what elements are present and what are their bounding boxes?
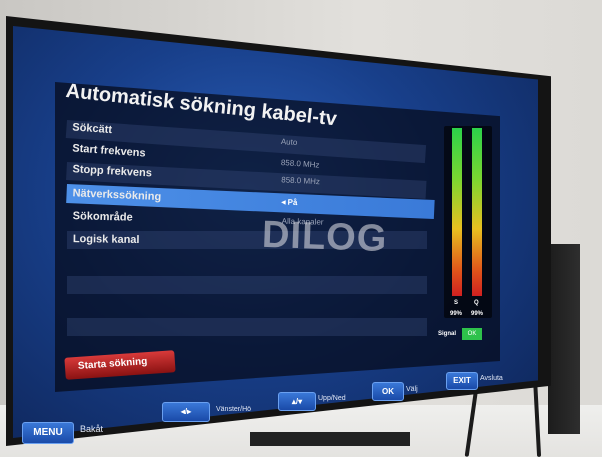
- signal-strength-meter: [452, 128, 462, 296]
- row-label: Stopp frekvens: [72, 163, 153, 180]
- up-down-key-label: Upp/Ned: [318, 395, 346, 402]
- signal-quality-meter: [472, 128, 482, 296]
- row-label: Start frekvens: [71, 142, 146, 160]
- up-down-key-button[interactable]: ▴/▾: [278, 392, 316, 411]
- row-label: Logisk kanal: [72, 233, 140, 247]
- ok-key-label: Välj: [406, 386, 418, 393]
- exit-key-label: Avsluta: [480, 375, 503, 382]
- row-stripe: [67, 276, 427, 294]
- watermark-logo: DILOG: [261, 213, 389, 261]
- row-value: ◂ På: [281, 197, 298, 208]
- meter-value-s: 99%: [450, 311, 463, 317]
- tv-stand: [250, 432, 410, 446]
- meter-value-q: 99%: [471, 311, 484, 317]
- row-label: Sökområde: [72, 210, 133, 224]
- exit-key-button[interactable]: EXIT: [446, 372, 478, 390]
- row-value: Auto: [280, 136, 298, 148]
- row-label: Sökсätt: [71, 121, 113, 137]
- menu-key-label: Bakåt: [80, 424, 104, 434]
- ok-key-button[interactable]: OK: [372, 382, 404, 401]
- left-right-key-label: Vänster/Hö: [216, 406, 252, 413]
- start-search-label: Starta sökning: [77, 356, 148, 372]
- row-stripe: [67, 318, 427, 336]
- speaker: [548, 244, 580, 434]
- row-value: 858.0 MHz: [280, 157, 320, 170]
- meter-label-q: Q: [474, 300, 479, 306]
- row-value: 858.0 MHz: [281, 175, 321, 187]
- signal-status-badge: OK: [462, 328, 482, 340]
- signal-label: Signal: [438, 331, 457, 337]
- row-label: Nätverkssökning: [72, 187, 162, 204]
- menu-key-button[interactable]: MENU: [22, 422, 74, 444]
- left-right-key-button[interactable]: ◂/▸: [162, 402, 210, 422]
- meter-label-s: S: [454, 300, 459, 306]
